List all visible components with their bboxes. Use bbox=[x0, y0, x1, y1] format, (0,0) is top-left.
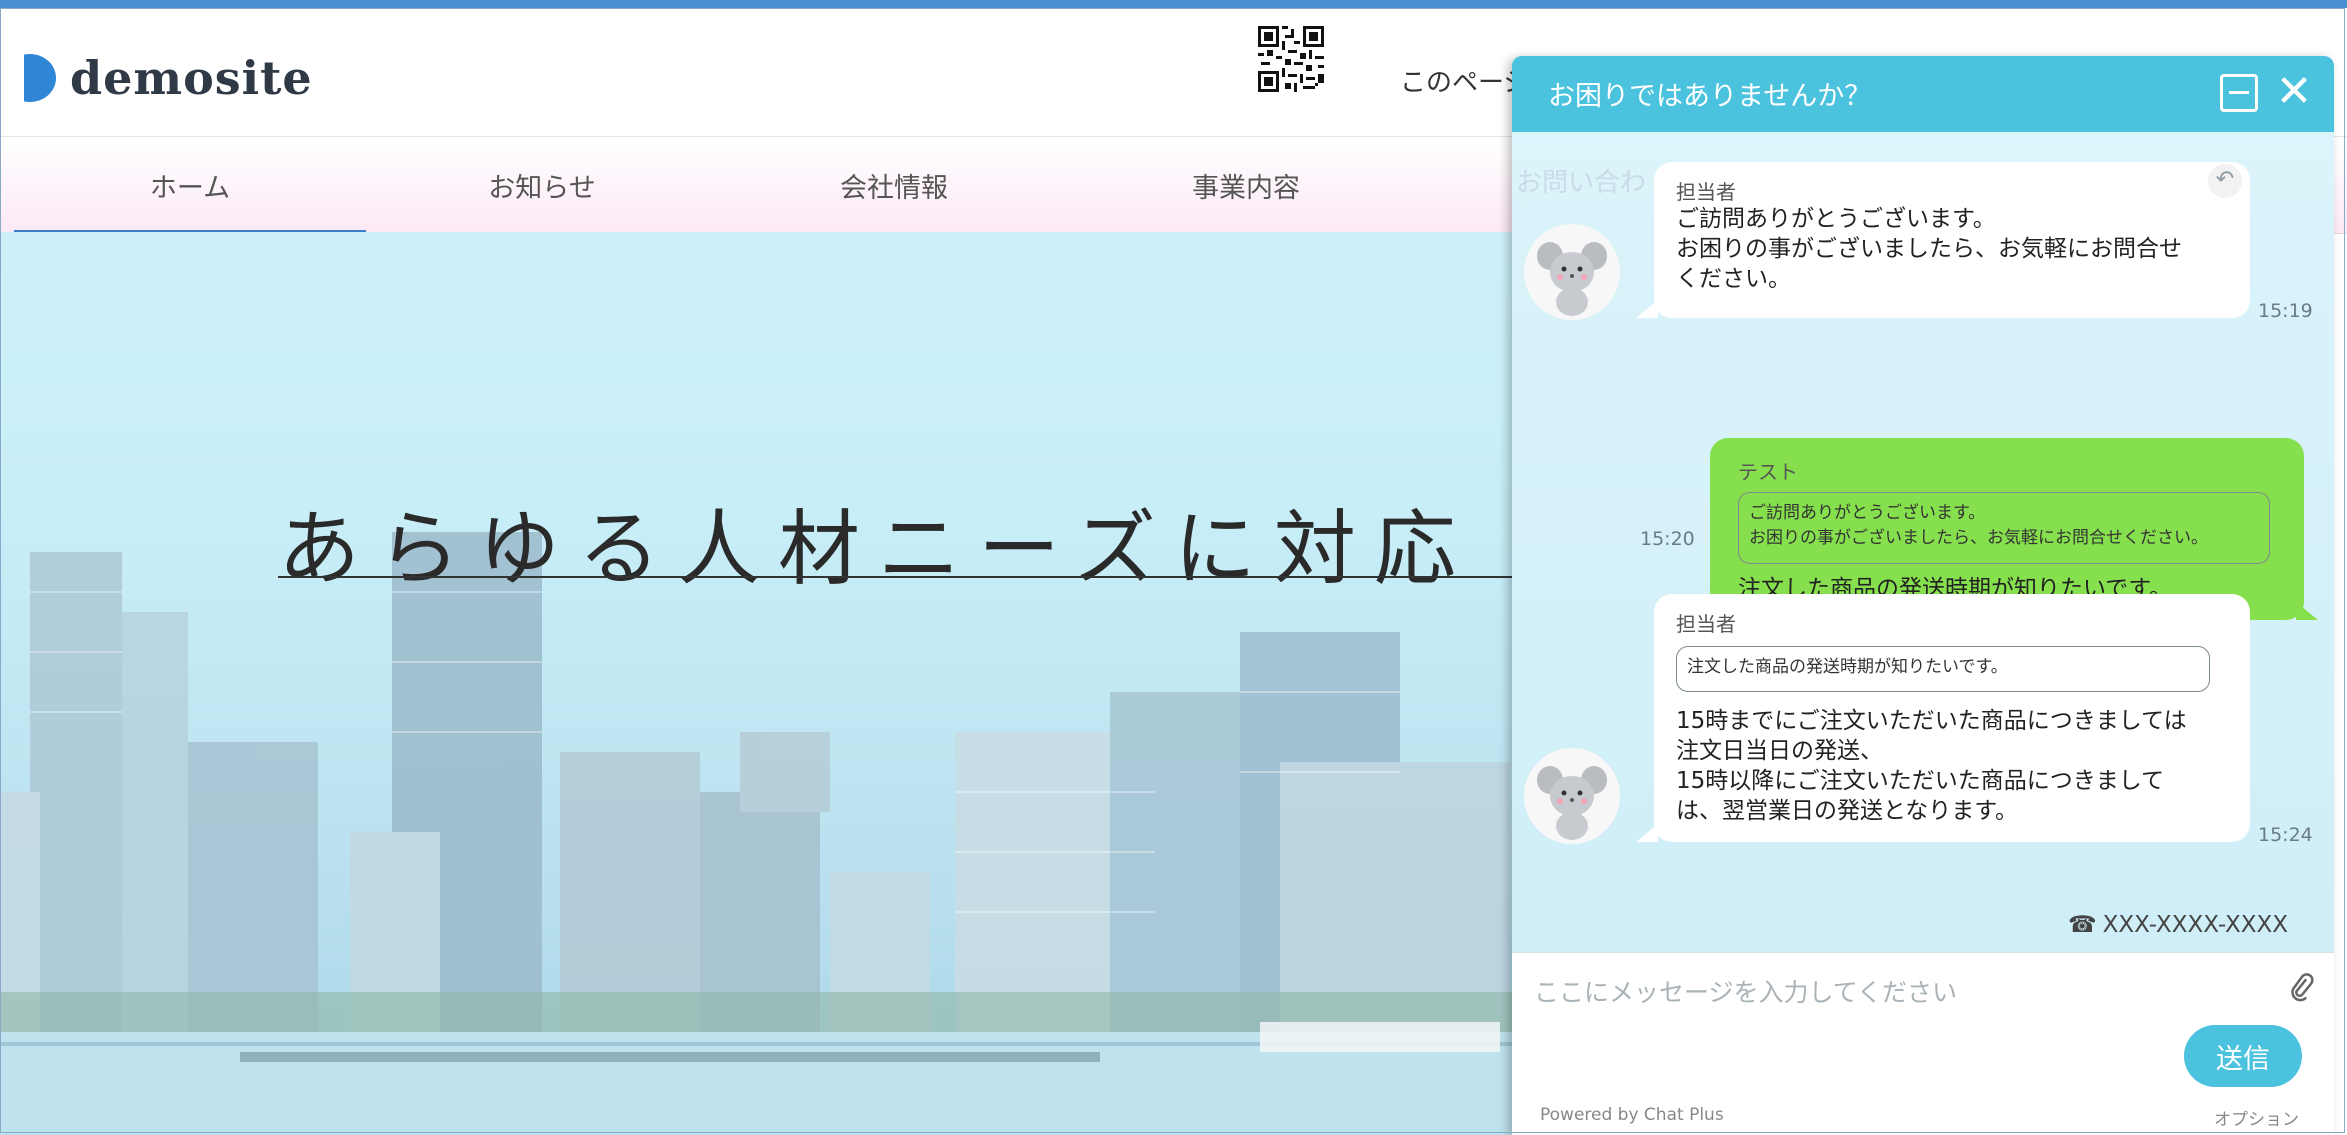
top-accent-bar bbox=[0, 0, 2347, 8]
window-frame bbox=[0, 8, 2345, 1133]
